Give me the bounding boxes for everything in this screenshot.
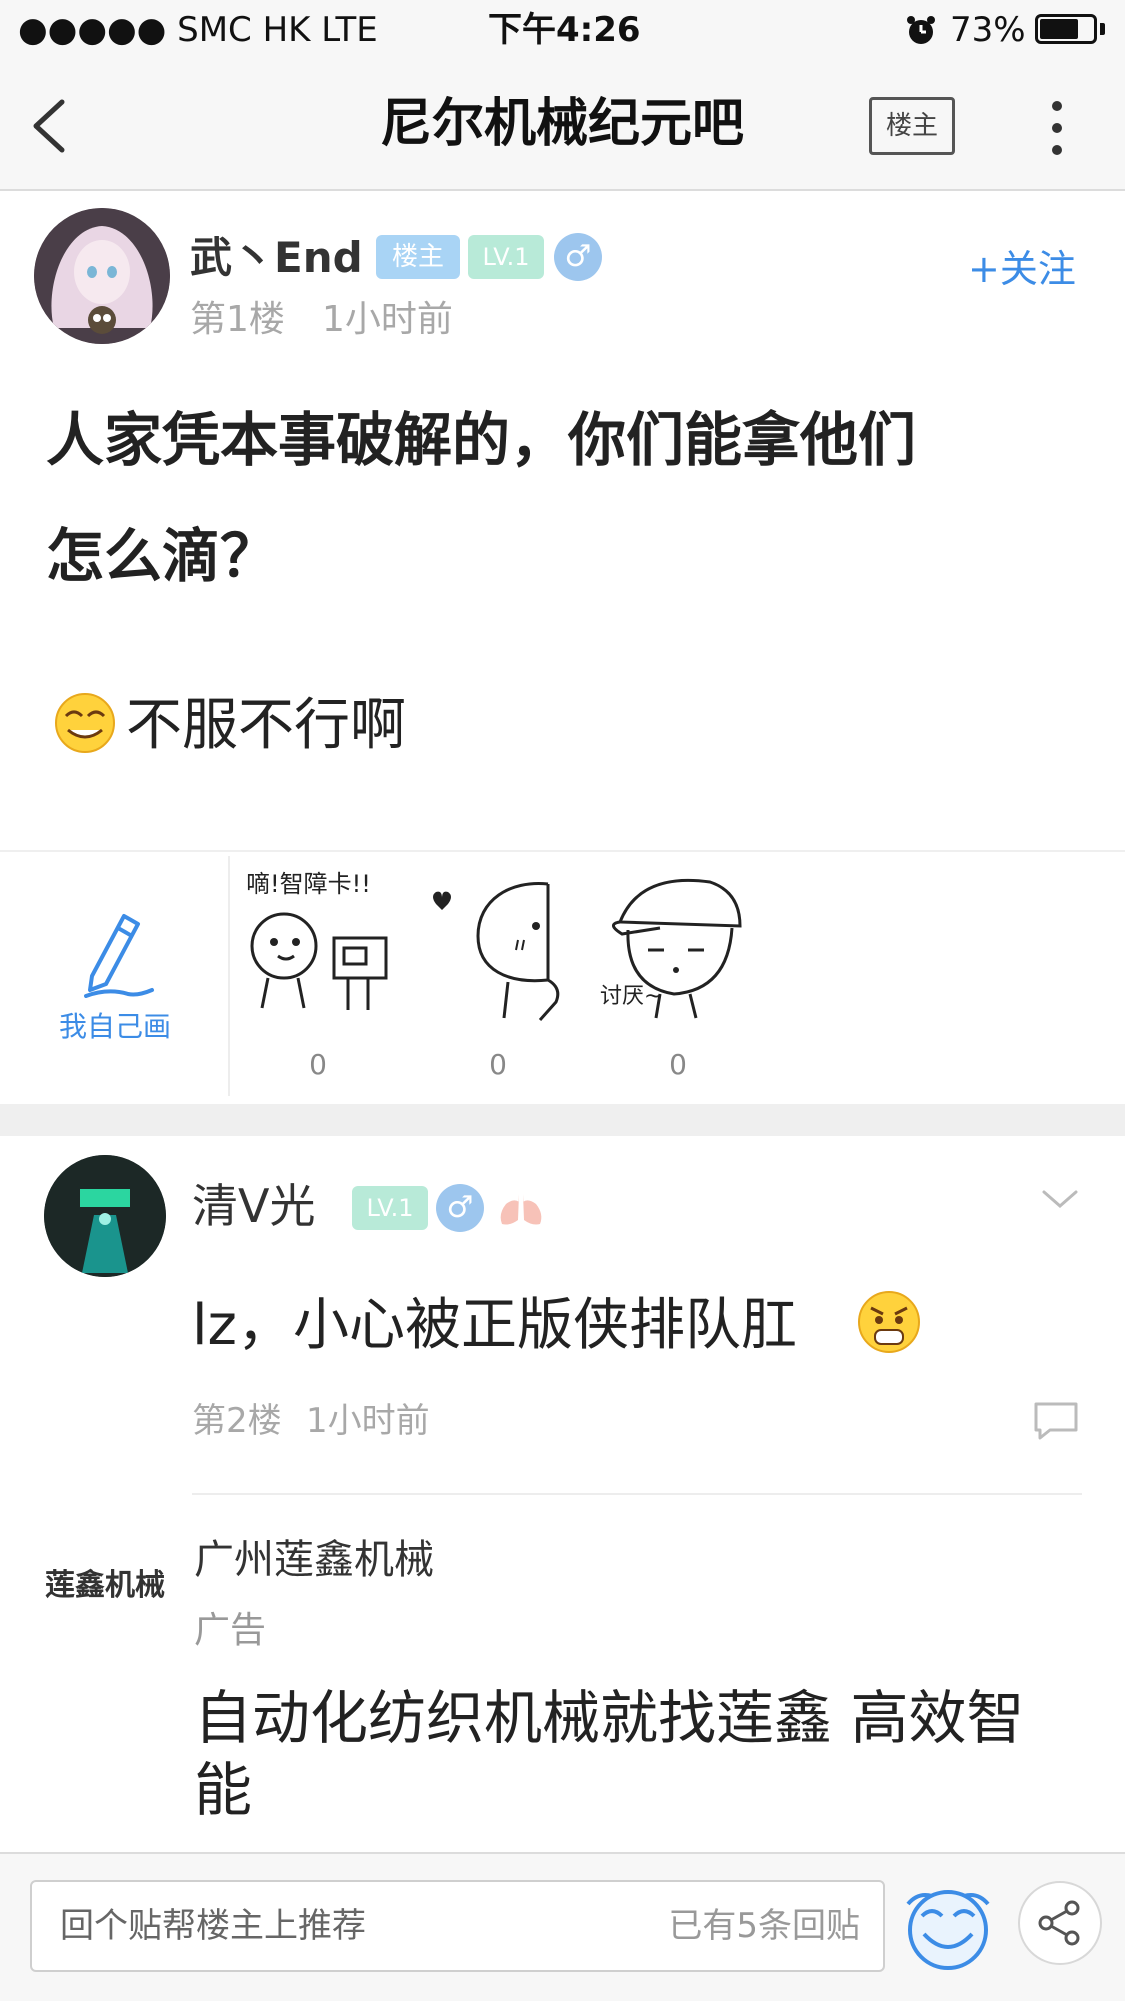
- status-time: 下午4:26: [488, 10, 641, 50]
- author-name[interactable]: 武丶End: [190, 230, 363, 286]
- comment-icon[interactable]: [1032, 1400, 1080, 1442]
- sticker-3-caption: 讨厌~: [600, 984, 663, 1009]
- post-title-line-2: 怎么滴？: [46, 522, 279, 590]
- only-owner-button[interactable]: 楼主: [869, 97, 955, 155]
- sticker-1-count: 0: [309, 1048, 327, 1081]
- more-menu-icon[interactable]: [1045, 98, 1069, 158]
- pencil-icon[interactable]: [78, 908, 158, 998]
- share-icon: [1038, 1900, 1080, 1946]
- sticker-divider: [228, 856, 230, 1096]
- chevron-down-icon[interactable]: [1040, 1188, 1080, 1212]
- battery-percent: 73%: [950, 10, 1026, 50]
- level-badge: LV.1: [468, 235, 544, 279]
- back-icon[interactable]: [26, 96, 70, 156]
- post-body: 不服不行啊: [126, 693, 406, 758]
- ad-text[interactable]: 自动化纺织机械就找莲鑫 高效智能: [194, 1682, 1074, 1826]
- replier-level-badge: LV.1: [352, 1186, 428, 1230]
- ad-label: 广告: [194, 1610, 267, 1651]
- sticker-2-count: 0: [489, 1048, 507, 1081]
- author-avatar[interactable]: [34, 208, 170, 344]
- scared-emoji-icon: [858, 1291, 920, 1353]
- replier-avatar-illustration: [44, 1155, 166, 1277]
- male-gender-icon: ♂: [554, 233, 602, 281]
- smirk-emoji-icon: [55, 693, 115, 753]
- carrier-label: ●●●●● SMC HK LTE: [18, 10, 378, 50]
- lungs-badge-icon: [500, 1194, 542, 1225]
- draw-myself-button[interactable]: 我自己画: [30, 1005, 200, 1045]
- emoji-button-icon[interactable]: [904, 1884, 992, 1972]
- battery-level: [1040, 19, 1078, 39]
- sticker-1-caption: 嘀!智障卡!!: [246, 870, 371, 898]
- section-separator: [0, 1104, 1125, 1136]
- replier-name[interactable]: 清V光: [192, 1178, 315, 1234]
- post-title: 人家凭本事破解的，你们能拿他们 怎么滴？: [46, 382, 1086, 614]
- follow-button[interactable]: +关注: [968, 244, 1076, 294]
- sticker-3-count: 0: [669, 1048, 687, 1081]
- reply-count: 已有5条回贴: [668, 1906, 860, 1946]
- owner-badge: 楼主: [376, 235, 460, 279]
- post-title-line-1: 人家凭本事破解的，你们能拿他们: [46, 406, 917, 474]
- reply-floor: 第2楼: [192, 1401, 282, 1441]
- sticker-2[interactable]: [430, 870, 570, 1030]
- reply-divider: [192, 1493, 1082, 1495]
- reply-input-placeholder: 回个贴帮楼主上推荐: [60, 1906, 366, 1946]
- reply-text: lz，小心被正版侠排队肛: [192, 1293, 797, 1358]
- page-title: 尼尔机械纪元吧: [379, 94, 744, 154]
- reply-time: 1小时前: [306, 1401, 430, 1441]
- replier-male-gender-icon: ♂: [436, 1184, 484, 1232]
- alarm-icon: [907, 16, 935, 44]
- sticker-2-drawing: [433, 881, 560, 1021]
- ad-advertiser-name[interactable]: 广州莲鑫机械: [194, 1532, 434, 1588]
- post-floor: 第1楼: [190, 299, 285, 340]
- battery-tip: [1100, 23, 1105, 35]
- ad-logo[interactable]: 莲鑫机械: [30, 1560, 180, 1604]
- replier-avatar[interactable]: [44, 1155, 166, 1277]
- post-time: 1小时前: [322, 299, 453, 340]
- avatar-illustration: [34, 208, 170, 344]
